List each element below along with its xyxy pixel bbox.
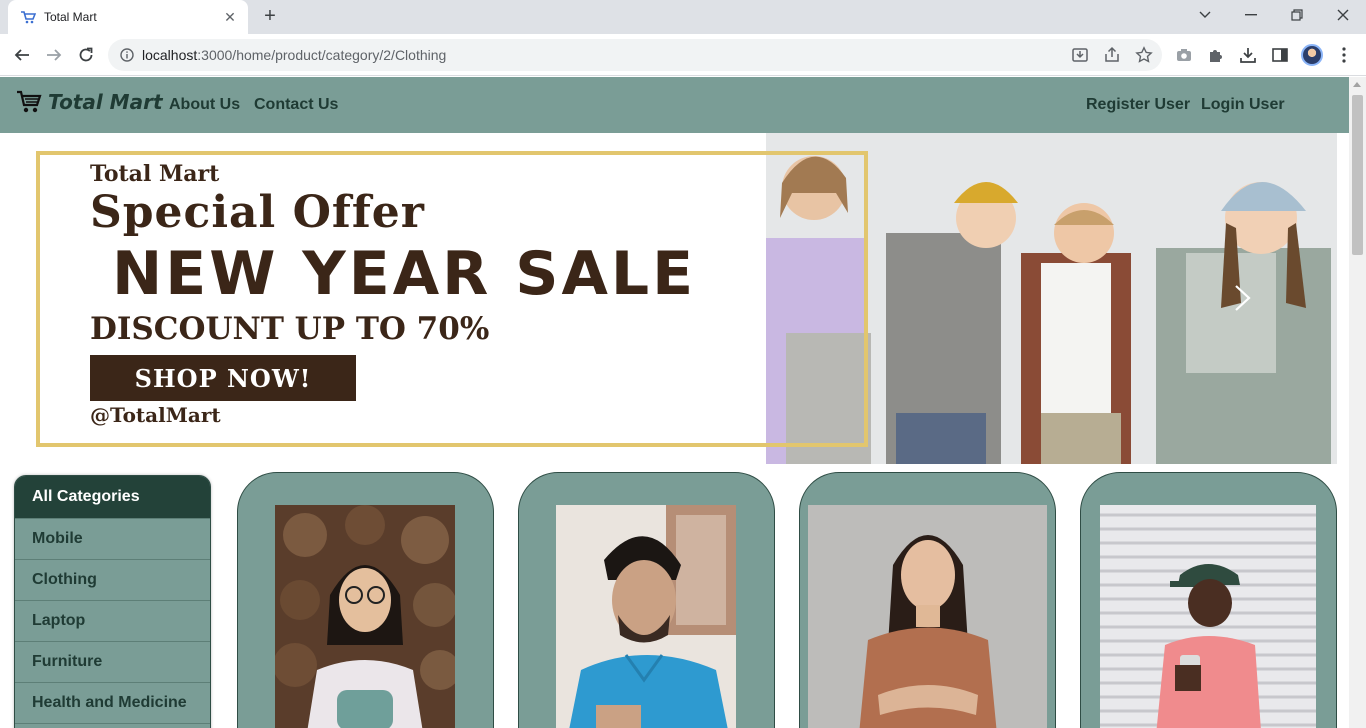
banner-gold-frame — [36, 151, 868, 447]
cart-favicon-icon — [21, 11, 36, 24]
install-app-icon[interactable] — [1070, 45, 1090, 65]
share-icon[interactable] — [1102, 45, 1122, 65]
promo-carousel: Total Mart Special Offer NEW YEAR SALE D… — [12, 133, 1337, 464]
reload-icon[interactable] — [74, 43, 98, 67]
page-scrollbar[interactable] — [1349, 77, 1366, 728]
browser-tab[interactable]: Total Mart ✕ — [8, 0, 248, 34]
product-image[interactable] — [808, 505, 1047, 728]
url-text: localhost:3000/home/product/category/2/C… — [142, 47, 447, 63]
category-mobile[interactable]: Mobile — [15, 518, 210, 559]
new-tab-button[interactable]: + — [258, 5, 282, 29]
profile-avatar[interactable] — [1301, 44, 1323, 66]
category-all[interactable]: All Categories — [15, 476, 210, 518]
site-navbar: Total Mart About Us Contact Us Register … — [0, 77, 1349, 133]
product-card[interactable] — [518, 472, 775, 728]
nav-contact-us[interactable]: Contact Us — [254, 96, 338, 114]
product-image[interactable] — [275, 505, 455, 728]
product-card[interactable] — [1080, 472, 1337, 728]
back-arrow-icon[interactable] — [10, 43, 34, 67]
category-furniture[interactable]: Furniture — [15, 641, 210, 682]
bookmark-star-icon[interactable] — [1134, 45, 1154, 65]
shopping-cart-icon — [17, 90, 42, 113]
product-image[interactable] — [1100, 505, 1316, 728]
category-sidebar: All Categories Mobile Clothing Laptop Fu… — [14, 475, 211, 728]
page-viewport: Total Mart About Us Contact Us Register … — [0, 77, 1349, 728]
category-more[interactable] — [15, 723, 210, 728]
forward-arrow-icon[interactable] — [42, 43, 66, 67]
downloads-icon[interactable] — [1238, 45, 1258, 65]
browser-toolbar: localhost:3000/home/product/category/2/C… — [0, 34, 1366, 76]
nav-login-user[interactable]: Login User — [1201, 96, 1285, 114]
browser-menu-icon[interactable] — [1334, 45, 1354, 65]
scrollbar-thumb[interactable] — [1352, 95, 1363, 255]
site-info-icon[interactable] — [120, 48, 134, 62]
browser-tabstrip: Total Mart ✕ + — [0, 0, 1366, 34]
side-panel-icon[interactable] — [1270, 45, 1290, 65]
tab-title: Total Mart — [44, 10, 97, 24]
close-window-button[interactable] — [1320, 0, 1366, 30]
category-clothing[interactable]: Clothing — [15, 559, 210, 600]
nav-about-us[interactable]: About Us — [169, 96, 240, 114]
brand-link[interactable]: Total Mart — [16, 90, 163, 114]
product-card[interactable] — [799, 472, 1056, 728]
scroll-up-arrow-icon[interactable] — [1353, 82, 1361, 87]
extensions-puzzle-icon[interactable] — [1206, 45, 1226, 65]
restore-button[interactable] — [1274, 0, 1320, 30]
camera-icon[interactable] — [1174, 45, 1194, 65]
product-image[interactable] — [556, 505, 736, 728]
tab-search-icon[interactable] — [1182, 0, 1228, 30]
carousel-next-icon[interactable] — [1226, 283, 1256, 313]
brand-name: Total Mart — [48, 90, 163, 114]
address-bar[interactable]: localhost:3000/home/product/category/2/C… — [108, 39, 1162, 71]
category-health-medicine[interactable]: Health and Medicine — [15, 682, 210, 723]
product-card[interactable] — [237, 472, 494, 728]
minimize-button[interactable] — [1228, 0, 1274, 30]
category-laptop[interactable]: Laptop — [15, 600, 210, 641]
nav-register-user[interactable]: Register User — [1086, 96, 1190, 114]
close-tab-icon[interactable]: ✕ — [222, 9, 238, 26]
